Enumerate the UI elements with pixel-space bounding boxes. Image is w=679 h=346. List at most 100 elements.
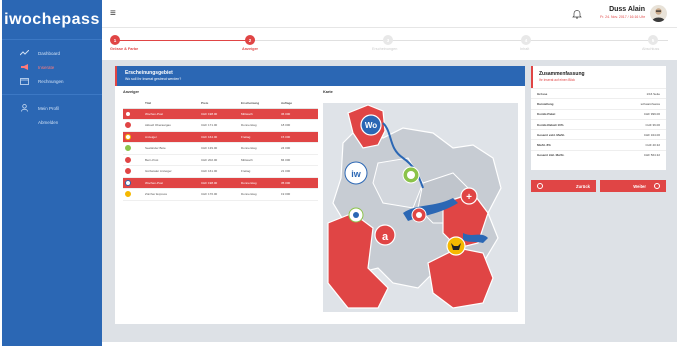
- next-button[interactable]: Weiter: [600, 180, 666, 192]
- summary-value: 1/16 Seite: [646, 91, 660, 96]
- row-price: CHF 202.00: [201, 154, 241, 166]
- summary-header: Zusammenfassung Ihr Inserat auf einen Bl…: [531, 66, 666, 88]
- next-circle-icon: [654, 183, 660, 189]
- row-logo: [123, 154, 145, 166]
- table-row[interactable]: Bern-Post CHF 202.00 Mittwoch 84 000: [123, 154, 318, 166]
- karte-label: Karte: [323, 90, 333, 94]
- row-run: 19 000: [281, 188, 318, 201]
- row-logo: [123, 131, 145, 143]
- newspaper-logo-seelaender-inner: [353, 212, 359, 218]
- summary-card: Zusammenfassung Ihr Inserat auf einen Bl…: [531, 66, 666, 170]
- row-title: Wochen-Post: [145, 177, 201, 189]
- step-3-label[interactable]: Erscheinungen: [372, 47, 397, 51]
- newspaper-logo-wo-text: Wo: [365, 121, 377, 130]
- table-row[interactable]: Seeländer Bote CHF 139.00 Donnerstag 24 000: [123, 142, 318, 155]
- step-2-label[interactable]: Anzeiger: [242, 47, 258, 51]
- row-day: Donnerstag: [241, 119, 281, 132]
- row-logo: [123, 119, 145, 132]
- row-day: Freitag: [241, 131, 281, 143]
- summary-row: Gesamt exkl. MwSt. CHF 324.00: [531, 129, 666, 139]
- row-price: CHF 176.00: [201, 188, 241, 201]
- back-button[interactable]: Zurück: [531, 180, 596, 192]
- megaphone-icon: [20, 64, 29, 71]
- user-icon: [20, 104, 29, 112]
- bell-icon[interactable]: [572, 9, 582, 19]
- row-title: Wochen-Post: [145, 108, 201, 120]
- sidebar-item-label: Mein Profil: [38, 105, 60, 111]
- sidebar-divider: [2, 94, 102, 95]
- chart-line-icon: [20, 50, 29, 57]
- newspaper-logo-icon: [125, 122, 131, 129]
- summary-row: Kombi-Paket CHF 999.00: [531, 108, 666, 119]
- newspaper-logo-icon: [125, 156, 131, 163]
- newspaper-table: Titel Preis Erscheinung Auflage Wochen-P…: [123, 99, 318, 201]
- summary-value: CHF 564.32: [643, 153, 660, 158]
- newspaper-logo-icon: [125, 145, 131, 152]
- card-header: Erscheinungsgebiet Wo soll Ihr Inserat g…: [115, 66, 525, 86]
- table-row[interactable]: Zürcher Express CHF 176.00 Donnerstag 19 00…: [123, 188, 318, 201]
- step-3-dot[interactable]: 3: [383, 35, 393, 45]
- sidebar-item-label: Rechnungen: [38, 78, 64, 84]
- row-logo: [123, 108, 145, 120]
- row-price: CHF 171.00: [201, 119, 241, 132]
- map[interactable]: Wo iw + a: [323, 103, 518, 312]
- newspaper-logo-icon: [125, 133, 131, 140]
- summary-subtitle: Ihr Inserat auf einen Blick: [539, 78, 575, 82]
- summary-key: Grösse: [537, 91, 548, 96]
- current-date: Fr. 24. Nov. 2017 / 16:16 Uhr: [600, 15, 645, 19]
- row-price: CHF 198.00: [201, 108, 241, 120]
- col-header-title[interactable]: Titel: [145, 99, 201, 109]
- step-1-label[interactable]: Grösse & Farbe: [110, 47, 138, 51]
- sidebar-item-profil[interactable]: Mein Profil: [2, 101, 102, 115]
- sidebar-item-label: Abmelden: [38, 119, 59, 125]
- row-day: Freitag: [241, 165, 281, 178]
- newspaper-logo-a-text: a: [382, 231, 389, 243]
- table-row[interactable]: Aktuell Oberaargau CHF 171.00 Donnerstag 18…: [123, 119, 318, 132]
- user-name[interactable]: Duss Alain: [609, 6, 645, 13]
- row-day: Donnerstag: [241, 142, 281, 155]
- step-2-dot[interactable]: 2: [245, 35, 255, 45]
- sidebar-item-abmelden[interactable]: Abmelden: [2, 115, 102, 129]
- summary-key: Darstellung: [537, 101, 554, 106]
- summary-value: CHF 36.00: [645, 122, 660, 127]
- summary-value: CHF 999.00: [643, 112, 660, 117]
- row-run: 15 000: [281, 131, 318, 143]
- row-logo: [123, 142, 145, 155]
- sidebar-item-inserate[interactable]: Inserate: [2, 60, 102, 74]
- col-header-day[interactable]: Erscheinung: [241, 99, 281, 109]
- row-price: CHF 139.00: [201, 142, 241, 155]
- table-row[interactable]: Anzeiger CHF 164.00 Freitag 15 000: [123, 131, 318, 143]
- row-title: Bern-Post: [145, 154, 201, 166]
- region-map[interactable]: Wo iw + a: [323, 103, 518, 312]
- step-5-dot[interactable]: 5: [648, 35, 658, 45]
- app-logo[interactable]: iwochepass: [2, 0, 102, 40]
- row-day: Donnerstag: [241, 188, 281, 201]
- wizard-steps: 1 Grösse & Farbe 2 Anzeiger 3 Erscheinun…: [102, 28, 677, 60]
- table-row[interactable]: Wochen-Post CHF 198.00 Mittwoch 36 000: [123, 108, 318, 120]
- sidebar-item-label: Dashboard: [38, 50, 61, 56]
- row-day: Mittwoch: [241, 154, 281, 166]
- avatar[interactable]: [650, 5, 667, 22]
- row-logo: [123, 177, 145, 189]
- row-price: CHF 164.00: [201, 131, 241, 143]
- row-run: 35 000: [281, 177, 318, 189]
- step-4-label[interactable]: Inhalt: [520, 47, 529, 51]
- hamburger-menu-icon[interactable]: ≡: [110, 9, 116, 19]
- row-price: CHF 198.00: [201, 177, 241, 189]
- col-header-price[interactable]: Preis: [201, 99, 241, 109]
- back-button-label: Zurück: [576, 183, 590, 189]
- sidebar-item-rechnungen[interactable]: Rechnungen: [2, 74, 102, 88]
- summary-key: Gesamt inkl. MwSt.: [537, 153, 565, 158]
- summary-title: Zusammenfassung: [539, 71, 585, 77]
- col-header-run[interactable]: Auflage: [281, 99, 318, 109]
- step-1-dot[interactable]: 1: [110, 35, 120, 45]
- row-run: 24 000: [281, 142, 318, 155]
- step-4-dot[interactable]: 4: [521, 35, 531, 45]
- row-run: 18 000: [281, 119, 318, 132]
- sidebar-item-dashboard[interactable]: Dashboard: [2, 46, 102, 60]
- table-row[interactable]: Wochen-Post CHF 198.00 Donnerstag 35 000: [123, 177, 318, 189]
- summary-key: Kombi-Rabatt 10%: [537, 122, 564, 127]
- distribution-card: Erscheinungsgebiet Wo soll Ihr Inserat g…: [115, 66, 525, 324]
- table-row[interactable]: Gürbetaler Anzeiger CHF 161.00 Freitag 21 0…: [123, 165, 318, 178]
- step-5-label[interactable]: Abschluss: [642, 47, 659, 51]
